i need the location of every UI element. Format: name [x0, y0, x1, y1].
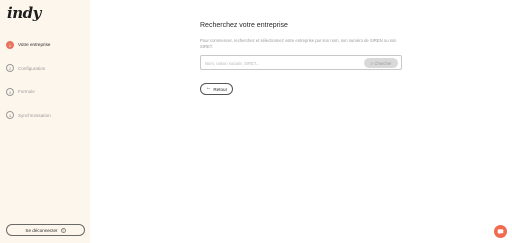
- logout-label: Se déconnecter: [25, 227, 58, 233]
- step-number: 3: [6, 87, 14, 96]
- step-label: Votre entreprise: [18, 42, 51, 47]
- chat-icon: [497, 229, 504, 235]
- back-label: Retour: [213, 86, 228, 92]
- main-content: Recherchez votre entreprise Pour commenc…: [200, 22, 402, 70]
- chat-button[interactable]: [494, 225, 507, 238]
- sidebar: indy 1 Votre entreprise 2 Configuration …: [0, 0, 90, 243]
- step-number: 2: [6, 64, 14, 72]
- back-button[interactable]: ← Retour: [200, 83, 233, 95]
- page-subtitle: Pour commencer, recherchez et sélectionn…: [200, 38, 397, 50]
- step-number: 1: [6, 40, 14, 49]
- step-number: 4: [6, 111, 14, 119]
- step-label: Formule: [18, 89, 35, 94]
- search-icon: ⌕: [370, 60, 373, 66]
- step-label: Configuration: [18, 65, 46, 71]
- company-search-input[interactable]: [205, 59, 355, 67]
- company-search-box: ⌕ Chercher: [200, 54, 402, 70]
- page-title: Recherchez votre entreprise: [200, 22, 288, 29]
- logout-button[interactable]: Se déconnecter ?: [6, 224, 85, 236]
- search-button-label: Chercher: [374, 60, 392, 66]
- indy-logo[interactable]: indy: [7, 4, 41, 22]
- onboarding-steps: 1 Votre entreprise 2 Configuration 3 For…: [6, 40, 51, 134]
- step-configuration: 2 Configuration: [6, 64, 51, 73]
- step-formule: 3 Formule: [6, 87, 51, 96]
- arrow-left-icon: ←: [205, 85, 212, 92]
- step-synchronisation: 4 Synchronisation: [6, 111, 51, 120]
- step-votre-entreprise: 1 Votre entreprise: [6, 40, 51, 49]
- search-button[interactable]: ⌕ Chercher: [364, 58, 398, 69]
- question-icon: ?: [60, 227, 66, 233]
- step-label: Synchronisation: [18, 112, 51, 118]
